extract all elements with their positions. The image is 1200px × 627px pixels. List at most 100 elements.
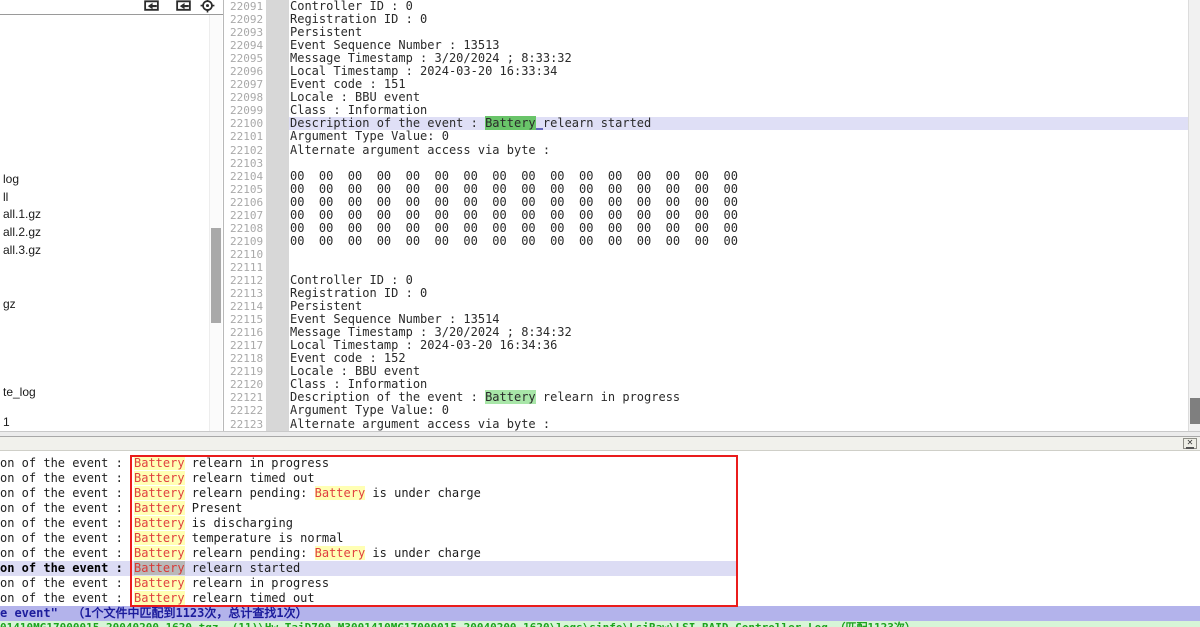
text-segment: Message Timestamp : 3/20/2024 ; 8:34:32	[290, 325, 572, 339]
result-match-highlight: Battery	[134, 516, 185, 530]
result-row-label: on of the event :	[0, 456, 134, 471]
text-segment: is under charge	[365, 546, 481, 560]
gutter-margin	[266, 39, 289, 52]
file-tree-item[interactable]: 1	[3, 415, 10, 430]
result-match-highlight: Battery	[134, 486, 185, 500]
text-segment: Registration ID : 0	[290, 286, 427, 300]
line-number: 22104	[230, 170, 266, 183]
log-line[interactable]: 22123 Alternate argument access via byte …	[224, 418, 1188, 431]
sidebar-scrollbar[interactable]	[209, 15, 222, 431]
search-result-row[interactable]: on of the event :Battery Present	[0, 501, 1200, 516]
text-segment: Locale : BBU event	[290, 364, 420, 378]
file-tree-item[interactable]: all.3.gz	[3, 243, 41, 258]
log-viewer-window: logllall.1.gzall.2.gzall.3.gzgzte_log1ll…	[0, 0, 1200, 627]
close-results-panel-button[interactable]: ✕	[1183, 438, 1197, 449]
file-tree-item[interactable]: ll	[3, 190, 8, 205]
file-tree-item[interactable]: all.1.gz	[3, 207, 41, 222]
text-segment: Controller ID : 0	[290, 0, 413, 13]
log-line[interactable]: 22092Registration ID : 0	[224, 13, 1188, 26]
sync-file-left-icon[interactable]	[143, 0, 160, 13]
search-result-row[interactable]: on of the event :Battery relearn pending…	[0, 486, 1200, 501]
text-segment: Alternate argument access via byte :	[290, 417, 550, 431]
result-row-label: on of the event :	[0, 471, 134, 486]
results-panel-header: ✕	[0, 437, 1200, 451]
log-text-area[interactable]: 22091Controller ID : 022092Registration …	[224, 0, 1188, 431]
result-row-label: on of the event :	[0, 486, 134, 501]
file-tree-item[interactable]: gz	[3, 297, 16, 312]
log-line[interactable]: 22102Alternate argument access via byte …	[224, 144, 1188, 157]
search-result-row[interactable]: on of the event :Battery relearn in prog…	[0, 576, 1200, 591]
gutter-margin	[266, 274, 289, 287]
text-segment: relearn in progress	[536, 390, 681, 404]
gutter-margin	[266, 418, 289, 431]
file-tree-item[interactable]: log	[3, 172, 19, 187]
search-result-row[interactable]: on of the event :Battery relearn timed o…	[0, 471, 1200, 486]
search-result-row[interactable]: on of the event :Battery relearn in prog…	[0, 456, 1200, 471]
line-number: 22100	[230, 117, 266, 130]
locate-target-icon[interactable]	[199, 0, 216, 13]
gutter-margin	[266, 339, 289, 352]
search-summary-bar: e event" （1个文件中匹配到1123次，总计查找1次）	[0, 606, 1200, 621]
line-number: 22111	[230, 261, 266, 274]
log-line[interactable]: 22113 Registration ID : 0	[224, 287, 1188, 300]
log-line-text: 00 00 00 00 00 00 00 00 00 00 00 00 00 0…	[289, 235, 1188, 248]
result-match-highlight: Battery	[134, 561, 185, 575]
text-segment: is under charge	[365, 486, 481, 500]
text-segment: Description of the event :	[290, 390, 485, 404]
sidebar-toolbar	[0, 0, 223, 15]
result-row-label: on of the event :	[0, 501, 134, 516]
search-result-row-selected[interactable]: on of the event :Battery relearn started	[0, 561, 1200, 576]
result-match-highlight: Battery	[315, 546, 366, 560]
line-number: 22096	[230, 65, 266, 78]
line-number: 22119	[230, 365, 266, 378]
editor-scrollbar-thumb[interactable]	[1190, 398, 1200, 424]
file-tree-item[interactable]: all.2.gz	[3, 225, 41, 240]
line-number: 22101	[230, 130, 266, 143]
current-search-match: Battery	[485, 116, 536, 130]
text-segment: Argument Type Value: 0	[290, 403, 449, 417]
search-results-list: on of the event :Battery relearn in prog…	[0, 451, 1200, 606]
gutter-margin	[266, 365, 289, 378]
search-result-row[interactable]: on of the event :Battery relearn timed o…	[0, 591, 1200, 606]
text-segment: Locale : BBU event	[290, 90, 420, 104]
search-result-row[interactable]: on of the event :Battery temperature is …	[0, 531, 1200, 546]
result-match-highlight: Battery	[134, 501, 185, 515]
text-segment: Registration ID : 0	[290, 12, 427, 26]
gutter-margin	[266, 378, 289, 391]
line-number: 22099	[230, 104, 266, 117]
log-line[interactable]: 2210900 00 00 00 00 00 00 00 00 00 00 00…	[224, 235, 1188, 248]
gutter-margin	[266, 157, 289, 170]
line-number: 22107	[230, 209, 266, 222]
search-result-row[interactable]: on of the event :Battery relearn pending…	[0, 546, 1200, 561]
gutter-margin	[266, 0, 289, 13]
gutter-margin	[266, 222, 289, 235]
result-match-highlight: Battery	[134, 591, 185, 605]
line-number: 22122	[230, 404, 266, 417]
line-number: 22108	[230, 222, 266, 235]
search-result-row[interactable]: on of the event :Battery is discharging	[0, 516, 1200, 531]
result-match-highlight: Battery	[134, 456, 185, 470]
text-segment: Description of the event :	[290, 116, 485, 130]
line-number: 22123	[230, 418, 266, 431]
gutter-margin	[266, 65, 289, 78]
file-tree-item[interactable]: te_log	[3, 385, 36, 400]
gutter-margin	[266, 326, 289, 339]
result-row-label: on of the event :	[0, 531, 134, 546]
line-number: 22113	[230, 287, 266, 300]
gutter-margin	[266, 91, 289, 104]
line-number: 22121	[230, 391, 266, 404]
gutter-margin	[266, 130, 289, 143]
text-segment: Message Timestamp : 3/20/2024 ; 8:33:32	[290, 51, 572, 65]
sync-file-right-icon[interactable]	[175, 0, 192, 13]
sidebar-scrollbar-thumb[interactable]	[211, 228, 221, 323]
text-segment: relearn started	[185, 561, 301, 575]
log-line[interactable]: 22110	[224, 248, 1188, 261]
text-segment: Event code : 152	[290, 351, 406, 365]
result-row-label: on of the event :	[0, 546, 134, 561]
result-match-highlight: Battery	[315, 486, 366, 500]
text-segment: Alternate argument access via byte :	[290, 143, 550, 157]
log-line-text: Local Timestamp : 2024-03-20 16:34:36	[289, 339, 1188, 352]
editor-scrollbar[interactable]	[1188, 0, 1200, 431]
text-segment: Persistent	[290, 25, 362, 39]
result-row-label: on of the event :	[0, 591, 134, 606]
